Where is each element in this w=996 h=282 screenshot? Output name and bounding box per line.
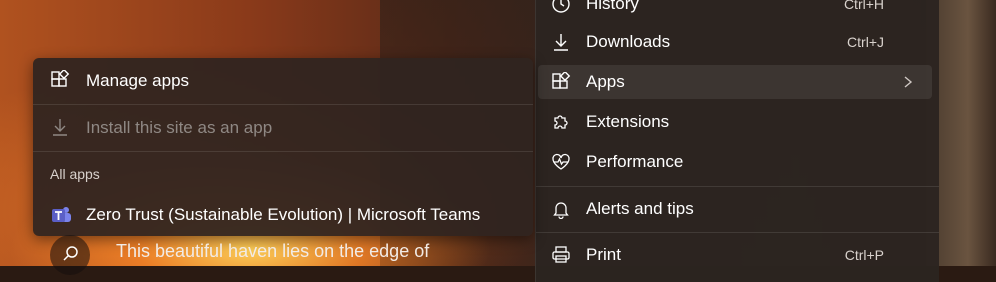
performance-icon xyxy=(551,152,571,172)
menu-item-alerts[interactable]: Alerts and tips xyxy=(538,192,932,226)
download-icon xyxy=(50,117,70,137)
menu-separator xyxy=(536,232,939,233)
app-item-label: Zero Trust (Sustainable Evolution) | Mic… xyxy=(86,205,481,224)
teams-icon xyxy=(50,204,71,224)
menu-item-label: Downloads xyxy=(586,32,671,51)
menu-separator xyxy=(536,186,939,187)
menu-item-performance[interactable]: Performance xyxy=(538,145,932,179)
menu-item-apps[interactable]: Apps xyxy=(538,65,932,99)
menu-item-label: Alerts and tips xyxy=(586,199,694,218)
menu-item-label: Performance xyxy=(586,152,684,171)
extensions-icon xyxy=(551,112,571,132)
install-site-item: Install this site as an app xyxy=(33,105,533,149)
shortcut-label: Ctrl+J xyxy=(847,34,884,50)
search-button[interactable] xyxy=(50,235,90,275)
background-caption[interactable]: This beautiful haven lies on the edge of xyxy=(116,241,429,262)
browser-settings-menu: History Ctrl+H Downloads Ctrl+J Apps Ext… xyxy=(535,0,939,282)
shortcut-label: Ctrl+P xyxy=(844,247,884,263)
menu-item-history[interactable]: History Ctrl+H xyxy=(538,0,932,21)
menu-item-label: Extensions xyxy=(586,112,670,131)
search-icon xyxy=(63,246,78,261)
menu-item-label: Print xyxy=(586,245,621,264)
print-icon xyxy=(551,245,571,265)
all-apps-heading: All apps xyxy=(50,166,100,182)
bell-icon xyxy=(551,199,571,220)
apps-submenu: Manage apps Install this site as an app … xyxy=(33,58,533,236)
apps-icon xyxy=(50,68,70,90)
manage-apps-item[interactable]: Manage apps xyxy=(33,58,533,102)
manage-apps-label: Manage apps xyxy=(86,71,190,90)
submenu-separator xyxy=(33,151,533,152)
menu-item-extensions[interactable]: Extensions xyxy=(538,105,932,139)
apps-icon xyxy=(551,70,571,92)
menu-item-print[interactable]: Print Ctrl+P xyxy=(538,238,932,272)
menu-item-downloads[interactable]: Downloads Ctrl+J xyxy=(538,25,932,59)
download-icon xyxy=(551,32,571,52)
shortcut-label: Ctrl+H xyxy=(843,0,884,12)
menu-item-label: Apps xyxy=(586,72,625,91)
chevron-right-icon xyxy=(902,75,914,89)
install-site-label: Install this site as an app xyxy=(86,118,273,137)
app-item-teams[interactable]: Zero Trust (Sustainable Evolution) | Mic… xyxy=(33,192,533,236)
history-icon xyxy=(551,0,571,14)
menu-item-label: History xyxy=(586,0,639,13)
